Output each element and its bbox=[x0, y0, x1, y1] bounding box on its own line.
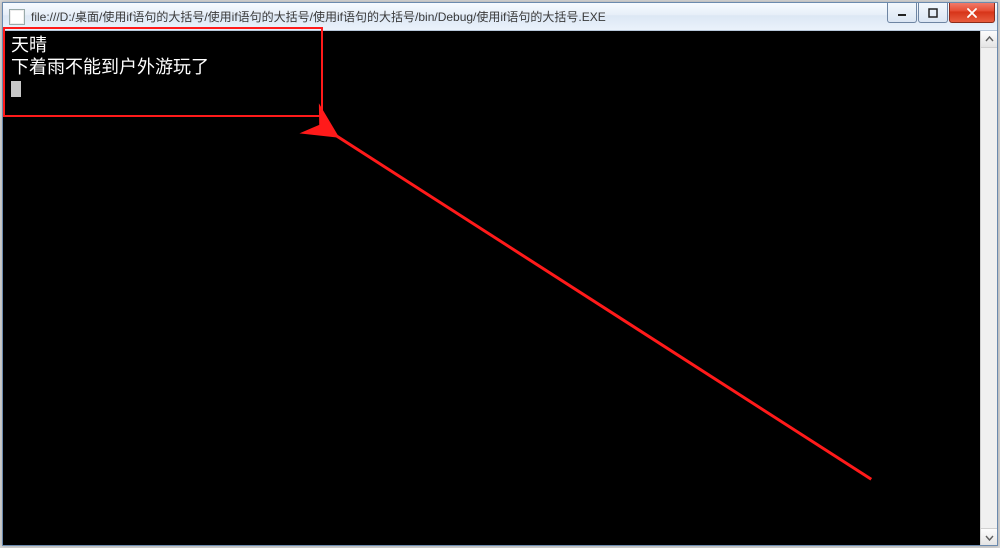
scroll-up-button[interactable] bbox=[981, 31, 997, 48]
app-icon bbox=[9, 9, 25, 25]
chevron-down-icon bbox=[985, 533, 994, 542]
titlebar[interactable]: file:///D:/桌面/使用if语句的大括号/使用if语句的大括号/使用if… bbox=[3, 3, 997, 31]
close-button[interactable] bbox=[949, 3, 995, 23]
vertical-scrollbar[interactable] bbox=[980, 31, 997, 545]
maximize-button[interactable] bbox=[918, 3, 948, 23]
close-icon bbox=[966, 8, 978, 18]
minimize-button[interactable] bbox=[887, 3, 917, 23]
console-output: 天晴 下着雨不能到户外游玩了 bbox=[11, 35, 209, 101]
maximize-icon bbox=[928, 8, 938, 18]
scroll-down-button[interactable] bbox=[981, 528, 997, 545]
minimize-icon bbox=[897, 8, 907, 18]
console-client-area: 天晴 下着雨不能到户外游玩了 bbox=[3, 31, 997, 545]
window-controls bbox=[886, 3, 995, 30]
cursor-icon bbox=[11, 81, 21, 97]
chevron-up-icon bbox=[985, 35, 994, 44]
window-title: file:///D:/桌面/使用if语句的大括号/使用if语句的大括号/使用if… bbox=[31, 8, 886, 25]
console-line-2: 下着雨不能到户外游玩了 bbox=[11, 57, 209, 78]
console-line-1: 天晴 bbox=[11, 35, 47, 56]
app-window: file:///D:/桌面/使用if语句的大括号/使用if语句的大括号/使用if… bbox=[2, 2, 998, 546]
